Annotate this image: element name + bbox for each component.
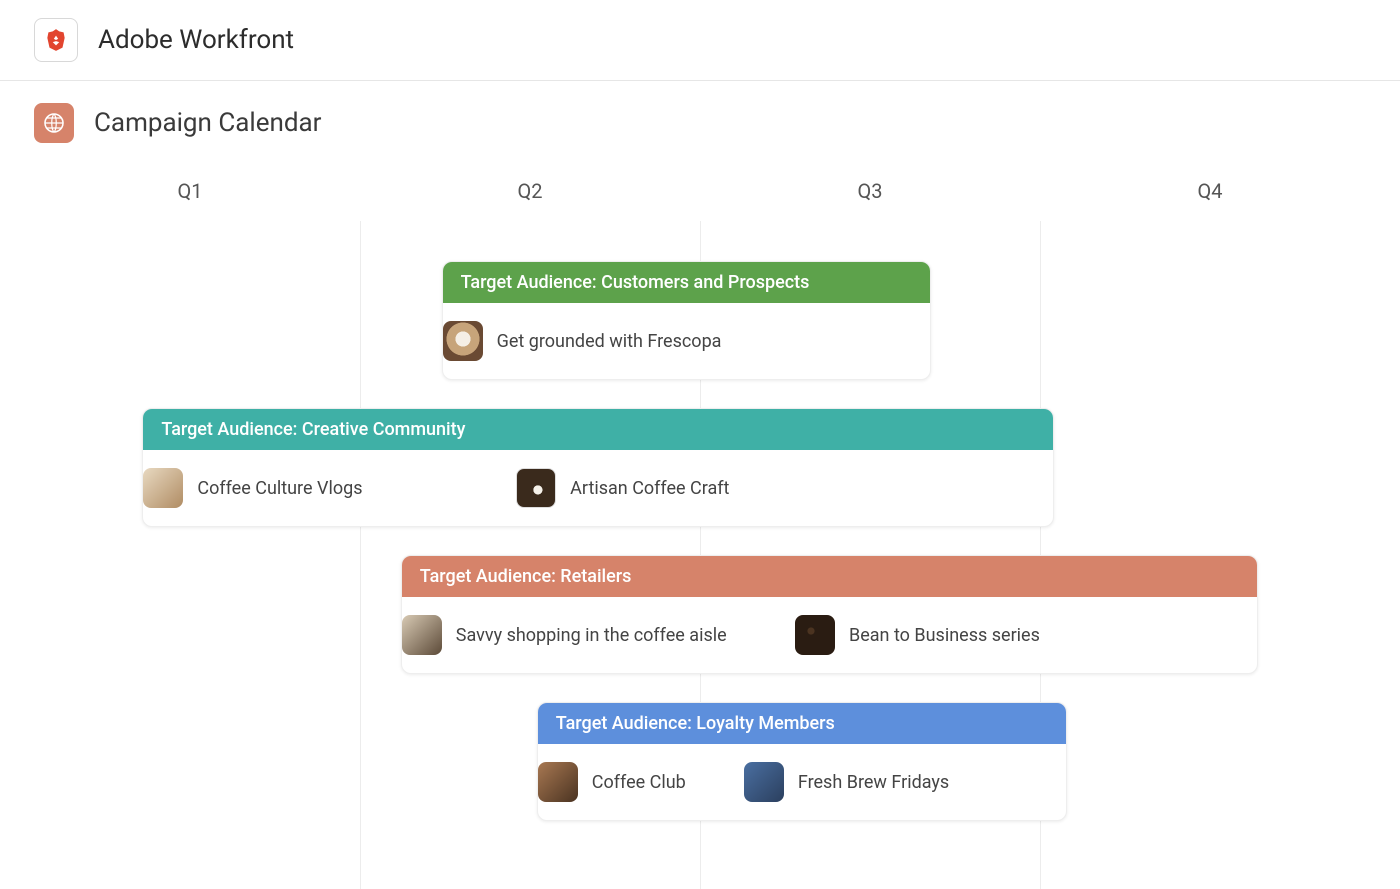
quarter-label-q1: Q1	[20, 179, 360, 203]
swimlane-loyalty-members: Target Audience: Loyalty MembersCoffee C…	[537, 702, 1067, 821]
campaign-item-savvy-shopping[interactable]: Savvy shopping in the coffee aisle	[402, 615, 727, 655]
lane-body: Savvy shopping in the coffee aisle Bean t…	[402, 597, 1257, 673]
swimlane-retailers: Target Audience: RetailersSavvy shopping…	[401, 555, 1258, 674]
swimlane-customers-prospects: Target Audience: Customers and Prospects…	[442, 261, 932, 380]
campaign-label: Bean to Business series	[849, 625, 1040, 646]
campaign-label: Coffee Club	[592, 772, 686, 793]
lane-card[interactable]: Target Audience: RetailersSavvy shopping…	[401, 555, 1258, 674]
campaign-item-frescopa[interactable]: Get grounded with Frescopa	[443, 321, 722, 361]
app-title: Adobe Workfront	[98, 25, 294, 55]
lane-header: Target Audience: Loyalty Members	[538, 703, 1066, 744]
quarter-label-q2: Q2	[360, 179, 700, 203]
campaign-item-coffee-culture-vlogs[interactable]: Coffee Culture Vlogs	[143, 468, 362, 508]
lion-icon	[43, 27, 69, 53]
campaign-label: Artisan Coffee Craft	[570, 478, 729, 499]
lane-body: Get grounded with Frescopa	[443, 303, 931, 379]
lane-card[interactable]: Target Audience: Creative CommunityCoffe…	[142, 408, 1053, 527]
campaign-label: Fresh Brew Fridays	[798, 772, 949, 793]
campaign-item-bean-to-business[interactable]: Bean to Business series	[795, 615, 1040, 655]
globe-icon	[34, 103, 74, 143]
lane-card[interactable]: Target Audience: Loyalty MembersCoffee C…	[537, 702, 1067, 821]
campaign-thumbnail	[516, 468, 556, 508]
campaign-thumbnail	[402, 615, 442, 655]
lane-header: Target Audience: Customers and Prospects	[443, 262, 931, 303]
page-title: Campaign Calendar	[94, 108, 322, 138]
swimlane-creative-community: Target Audience: Creative CommunityCoffe…	[142, 408, 1053, 527]
lane-header: Target Audience: Retailers	[402, 556, 1257, 597]
campaign-label: Savvy shopping in the coffee aisle	[456, 625, 727, 646]
campaign-thumbnail	[744, 762, 784, 802]
campaign-thumbnail	[538, 762, 578, 802]
campaign-thumbnail	[143, 468, 183, 508]
page-header: Campaign Calendar	[0, 81, 1400, 161]
campaign-item-fresh-brew-fridays[interactable]: Fresh Brew Fridays	[744, 762, 949, 802]
lane-body: Coffee Culture Vlogs Artisan Coffee Craft	[143, 450, 1052, 526]
campaign-thumbnail	[795, 615, 835, 655]
quarter-header-row: Q1 Q2 Q3 Q4	[20, 161, 1380, 221]
quarter-label-q4: Q4	[1040, 179, 1380, 203]
campaign-item-coffee-club[interactable]: Coffee Club	[538, 762, 686, 802]
campaign-thumbnail	[443, 321, 483, 361]
swimlane-container: Target Audience: Customers and Prospects…	[20, 221, 1380, 889]
campaign-label: Get grounded with Frescopa	[497, 331, 722, 352]
campaign-item-artisan-coffee-craft[interactable]: Artisan Coffee Craft	[516, 468, 729, 508]
lane-body: Coffee Club Fresh Brew Fridays	[538, 744, 1066, 820]
lane-card[interactable]: Target Audience: Customers and Prospects…	[442, 261, 932, 380]
quarter-label-q3: Q3	[700, 179, 1040, 203]
brave-logo	[34, 18, 78, 62]
calendar: Q1 Q2 Q3 Q4 Target Audience: Customers a…	[20, 161, 1380, 889]
campaign-label: Coffee Culture Vlogs	[197, 478, 362, 499]
lane-header: Target Audience: Creative Community	[143, 409, 1052, 450]
app-header: Adobe Workfront	[0, 0, 1400, 81]
